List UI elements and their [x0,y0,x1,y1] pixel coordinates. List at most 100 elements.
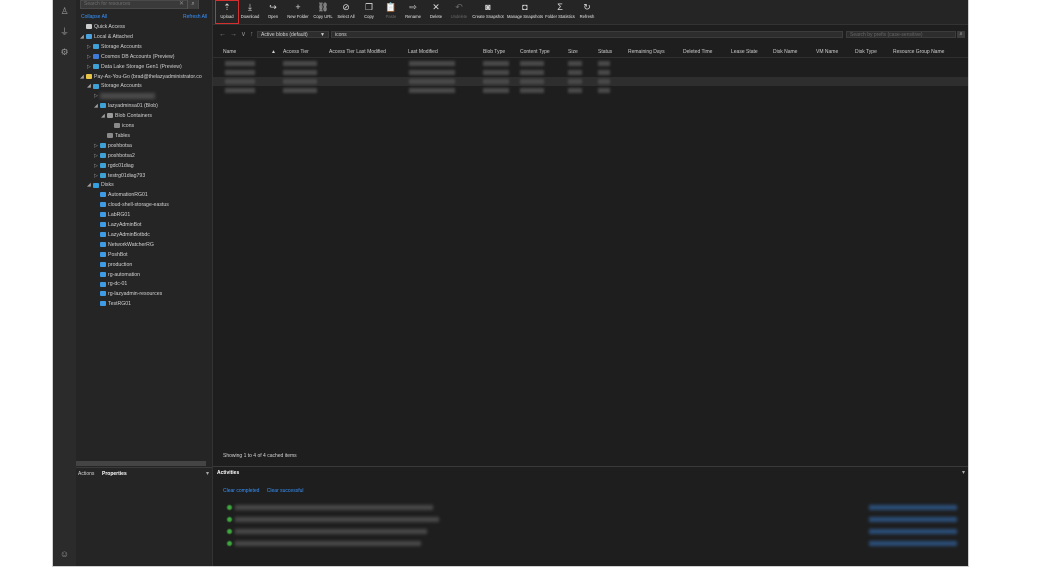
tree-node[interactable]: ▷ rgdc01diag [94,162,134,171]
open-button[interactable]: ↪ Open [262,1,284,23]
column-header[interactable]: Disk Name [773,47,797,57]
tree-node[interactable]: rg-automation [94,271,140,280]
prefix-search-icon[interactable]: ⌕ [957,31,965,38]
resource-search-input[interactable]: Search for resources ✕ ⌕ [80,0,199,9]
sort-ascending-icon[interactable]: ▲ [271,47,276,57]
activity-item[interactable] [227,528,957,535]
redacted-activity-link[interactable] [869,529,957,534]
tree-node-label: lazyadminsa01 (Blob) [108,103,158,110]
tab-properties[interactable]: Properties [102,471,127,477]
paste-button[interactable]: 📋 Paste [381,1,401,23]
search-icon[interactable]: ⌕ [187,0,198,9]
tree-node[interactable]: LabRG01 [94,211,130,220]
collapse-all-link[interactable]: Collapse All [81,14,107,20]
column-header[interactable]: Disk Type [855,47,877,57]
create-snapshot-button[interactable]: ◙ Create Snapshot [471,1,505,23]
redacted-activity-link[interactable] [869,505,957,510]
storage-account-icon [100,172,106,178]
tab-actions[interactable]: Actions [78,471,94,477]
rename-button[interactable]: ⇨ Rename [402,1,424,23]
tree-node[interactable]: ◢ Disks [87,181,114,190]
delete-icon: ✕ [432,2,440,12]
tree-node[interactable]: AutomationRG01 [94,191,148,200]
tree-node[interactable]: LazyAdminBot [94,221,141,230]
tree-node[interactable]: ▷ testrg01diag793 [94,172,145,181]
copy-button[interactable]: ❐ Copy [358,1,380,23]
column-header[interactable]: Access Tier [283,47,309,57]
upload-button[interactable]: ⇡ Upload [215,0,239,24]
tree-node[interactable]: Quick Access [80,23,125,32]
view-selector[interactable]: Active blobs (default) ▼ [257,31,329,38]
nav-arrows[interactable]: ← → ∨ ↑ [219,29,254,40]
explorer-horizontal-scrollbar[interactable] [76,461,206,466]
dropdown-arrow-icon: ▼ [320,32,325,38]
settings-gear-icon[interactable]: ⚙ [59,47,70,58]
column-header[interactable]: Remaining Days [628,47,665,57]
new-folder-button[interactable]: + New Folder [285,1,311,23]
tree-node[interactable]: ▷ poshbotsa2 [94,152,135,161]
delete-button[interactable]: ✕ Delete [425,1,447,23]
activity-item[interactable] [227,516,957,523]
folder-statistics-button[interactable]: Σ Folder Statistics [545,1,575,23]
tree-node[interactable]: ▷ [94,92,155,101]
tree-node[interactable]: rg-dc-01 [94,280,127,289]
tree-node[interactable]: ▷ Cosmos DB Accounts (Preview) [87,53,175,62]
clear-successful-link[interactable]: Clear successful [267,488,304,494]
column-header[interactable]: Name [223,47,236,57]
column-header[interactable]: VM Name [816,47,838,57]
tree-node[interactable]: cloud-shell-storage-eastus [94,201,169,210]
prefix-search-input[interactable]: Search by prefix (case-sensitive) [846,31,956,38]
activity-item[interactable] [227,540,957,547]
table-row[interactable] [213,68,968,77]
clear-search-icon[interactable]: ✕ [179,1,184,8]
column-header[interactable]: Resource Group Name [893,47,944,57]
column-header[interactable]: Access Tier Last Modified [329,47,386,57]
redacted-activity-link[interactable] [869,541,957,546]
chevron-down-icon[interactable]: ▾ [206,470,209,477]
clear-completed-link[interactable]: Clear completed [223,488,259,494]
column-header[interactable]: Content Type [520,47,550,57]
tree-node[interactable]: ▷ poshbotsa [94,142,132,151]
undelete-button[interactable]: ↶ Undelete [448,1,470,23]
activity-item[interactable] [227,504,957,511]
manage-snapshots-button[interactable]: ◘ Manage Snapshots [506,1,544,23]
column-header[interactable]: Size [568,47,578,57]
column-header[interactable]: Lease State [731,47,758,57]
feedback-icon[interactable]: ☺ [59,549,70,560]
refresh-button[interactable]: ↻ Refresh [576,1,598,23]
table-row[interactable] [213,86,968,95]
tree-node[interactable]: ◢ Blob Containers [101,112,152,121]
column-header[interactable]: Deleted Time [683,47,712,57]
select-all-button[interactable]: ⊘ Select All [335,1,357,23]
connect-plug-icon[interactable]: ⏚ [59,27,70,38]
column-header[interactable]: Status [598,47,612,57]
tree-node[interactable]: ◢ Storage Accounts [87,82,142,91]
path-input[interactable]: icons [331,31,843,38]
tree-node[interactable]: Tables [101,132,130,141]
tree-node[interactable]: ◢ Local & Attached [80,33,133,42]
refresh-all-link[interactable]: Refresh All [183,14,207,20]
tree-node[interactable]: production [94,261,132,270]
column-header[interactable]: Last Modified [408,47,438,57]
copy-url-button[interactable]: ⛓ Copy URL [312,1,334,23]
tree-node[interactable]: ◢ lazyadminsa01 (Blob) [94,102,158,111]
tree-node[interactable]: ▷ Storage Accounts [87,43,142,52]
download-button[interactable]: ⤓ Download [239,1,261,23]
tree-node-label: Storage Accounts [101,43,142,50]
tree-node[interactable]: ▷ Data Lake Storage Gen1 (Preview) [87,63,182,72]
tree-node[interactable]: PoshBot [94,251,128,260]
account-icon[interactable]: ♙ [59,6,70,17]
tree-node[interactable]: NetworkWatcherRG [94,241,154,250]
tree-node[interactable]: ◢ Pay-As-You-Go (brad@thelazyadministrato… [80,73,202,82]
tree-node[interactable]: icons [108,122,134,131]
table-row[interactable] [213,77,968,86]
activities-links: Clear completed Clear successful [223,488,309,494]
tree-node[interactable]: rg-lazyadmin-resources [94,290,162,299]
tree-node[interactable]: TestRG01 [94,300,131,309]
column-header[interactable]: Blob Type [483,47,505,57]
toolbar-button-label: Manage Snapshots [506,14,544,19]
redacted-activity-link[interactable] [869,517,957,522]
chevron-down-icon[interactable]: ▾ [962,469,965,476]
table-row[interactable] [213,59,968,68]
tree-node[interactable]: LazyAdminBotbdc [94,231,150,240]
